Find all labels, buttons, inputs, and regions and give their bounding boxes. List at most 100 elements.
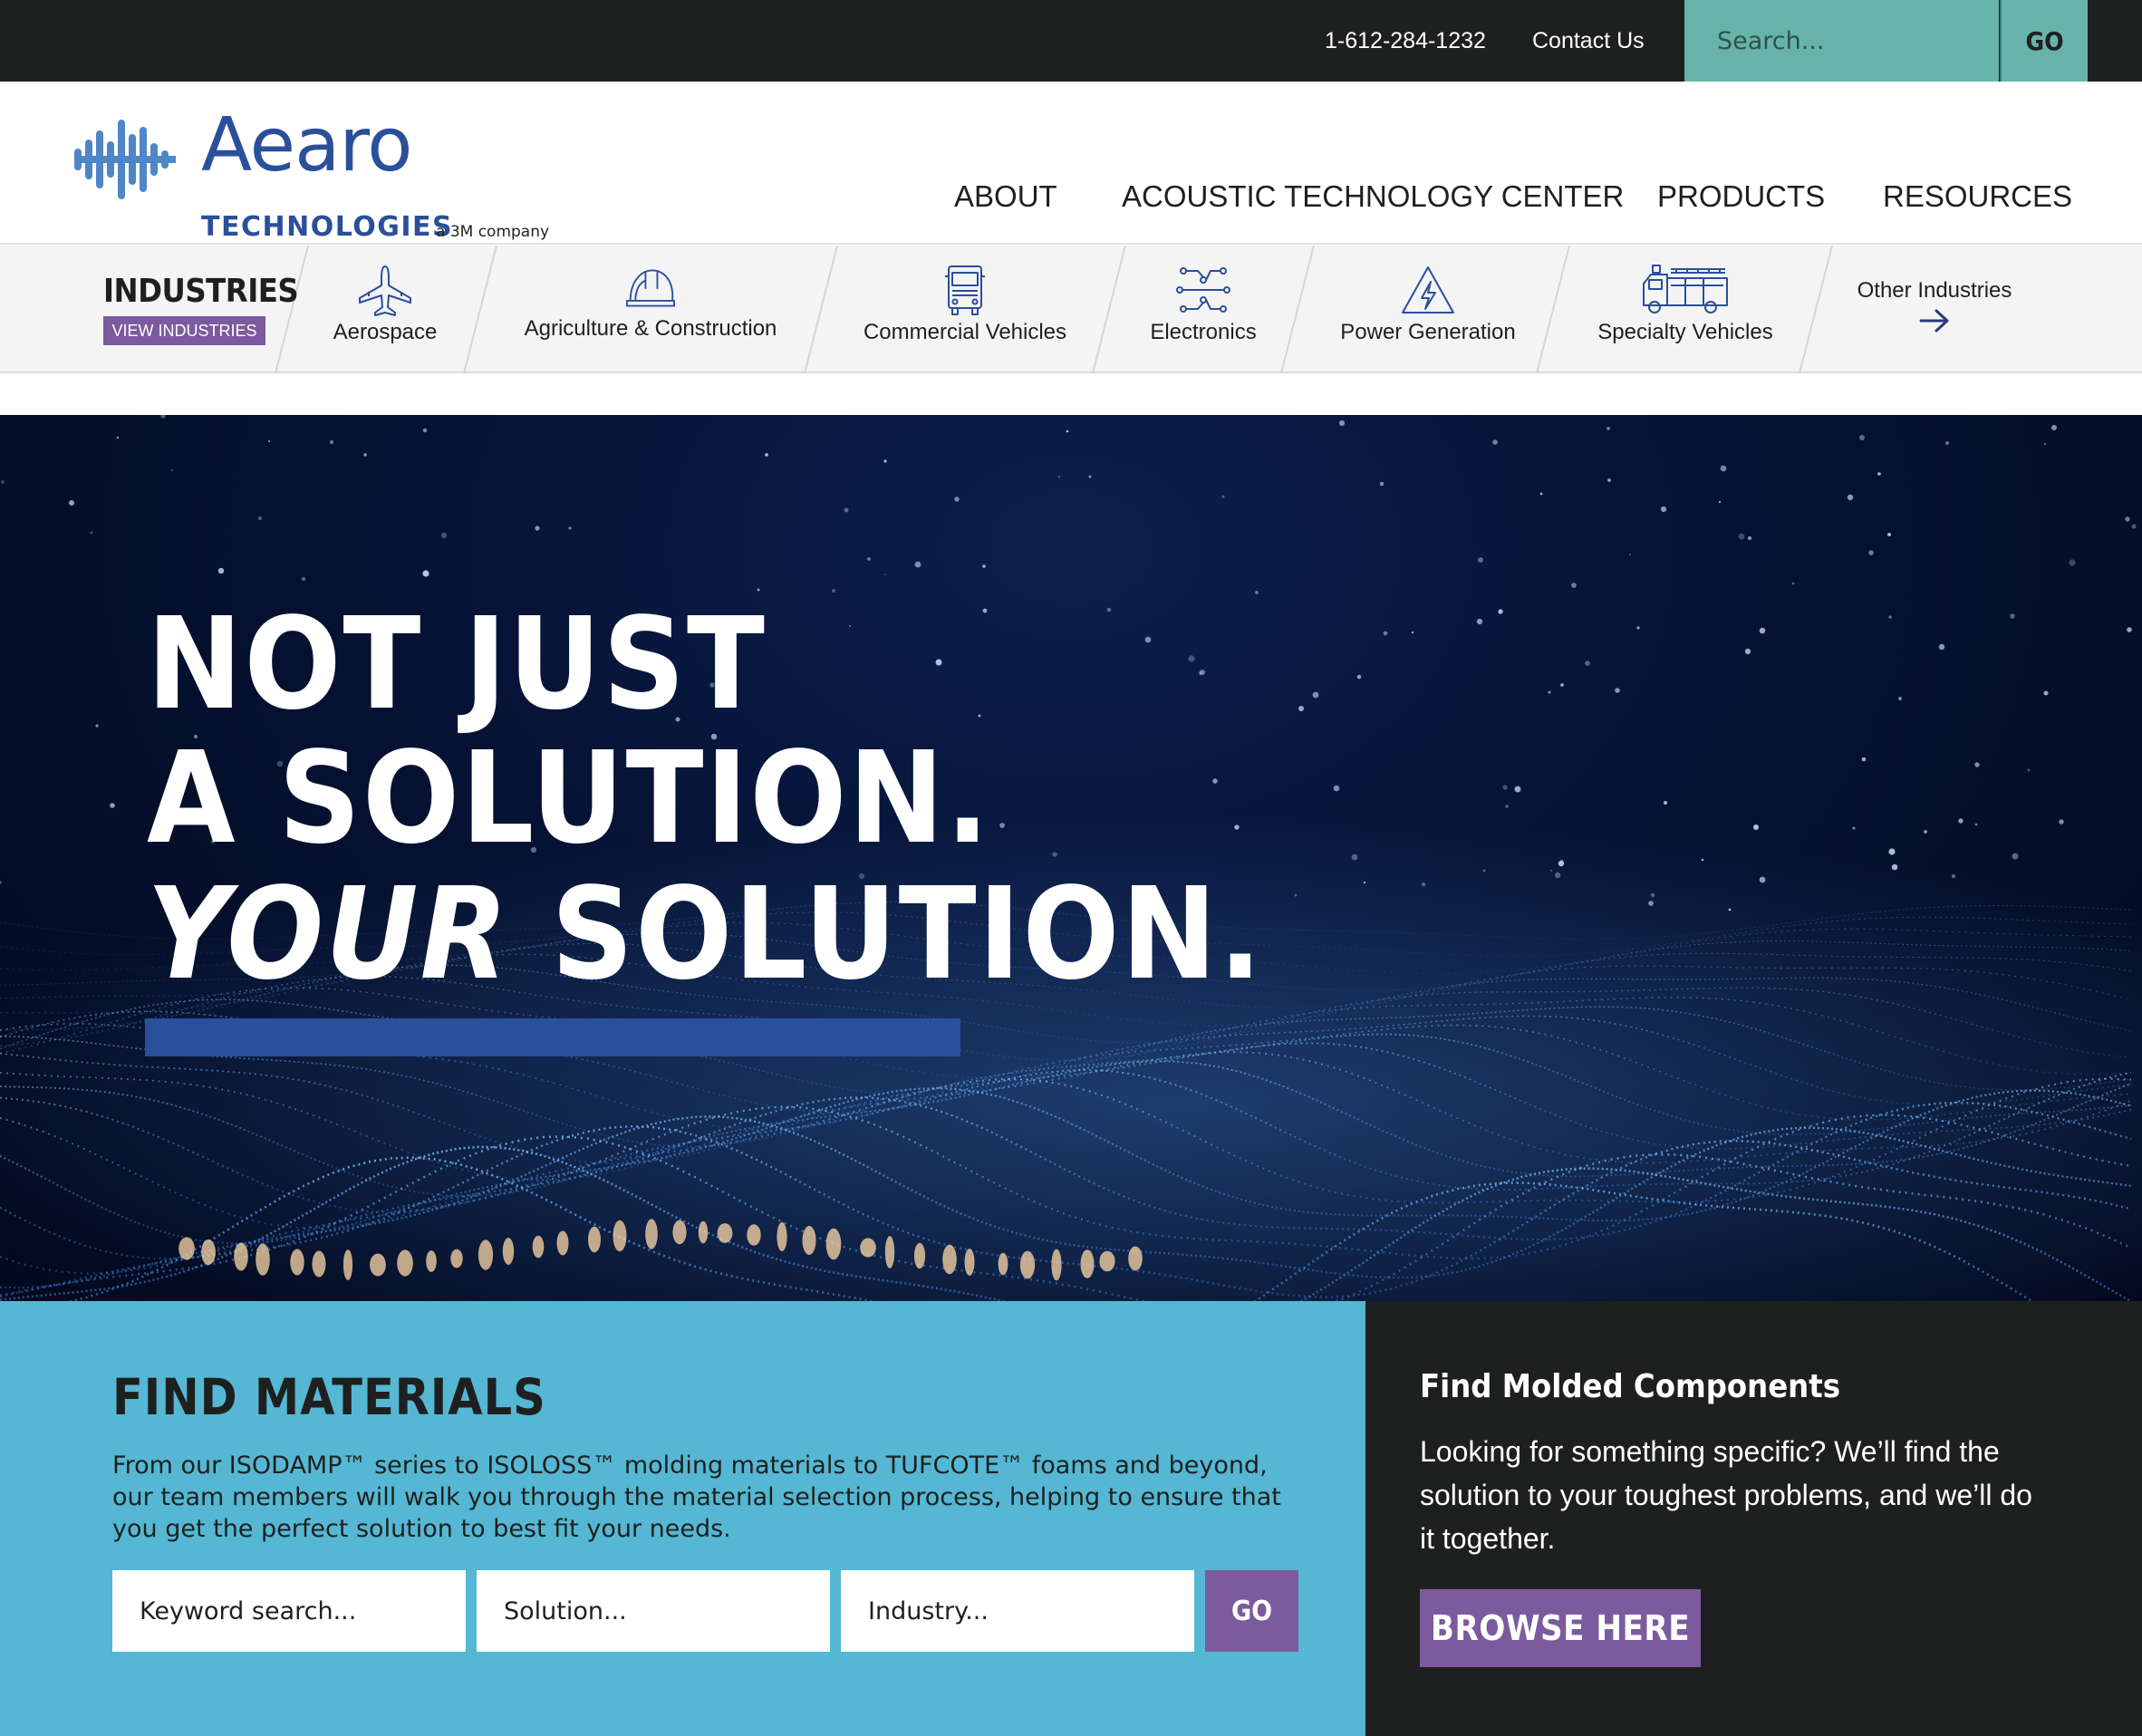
- bokeh-light: [397, 1249, 413, 1277]
- industry-label: Agriculture & Construction: [524, 316, 777, 341]
- star-particle: [1539, 492, 1543, 496]
- contact-us-link[interactable]: Contact Us: [1532, 27, 1645, 54]
- star-particle: [1888, 615, 1892, 619]
- bokeh-light: [1019, 1250, 1036, 1279]
- bokeh-light: [588, 1226, 601, 1253]
- star-particle: [2043, 442, 2047, 446]
- star-particle: [765, 453, 768, 457]
- hero-headline-line3: YOUR SOLUTION.: [147, 872, 1264, 998]
- truck-icon: [945, 265, 985, 315]
- industry-agriculture-construction[interactable]: Agriculture & Construction: [507, 264, 794, 363]
- star-particle: [1663, 800, 1668, 805]
- star-particle: [2127, 627, 2132, 632]
- industry-label: Electronics: [1150, 320, 1257, 344]
- star-particle: [363, 453, 367, 457]
- star-particle: [982, 608, 988, 613]
- star-particle: [1560, 683, 1564, 687]
- star-particle: [1478, 557, 1483, 563]
- keyword-search-input[interactable]: [112, 1570, 466, 1652]
- solution-input[interactable]: [477, 1570, 830, 1652]
- star-particle: [1753, 825, 1759, 830]
- star-particle: [1379, 481, 1385, 487]
- star-particle: [1791, 582, 1795, 585]
- star-particle: [1759, 627, 1766, 634]
- find-molded-components-title: Find Molded Components: [1420, 1368, 1841, 1405]
- star-particle: [1554, 872, 1561, 879]
- star-particle: [1057, 475, 1061, 478]
- star-particle: [1748, 536, 1751, 540]
- nav-about[interactable]: ABOUT: [954, 179, 1057, 214]
- industry-commercial-vehicles[interactable]: Commercial Vehicles: [843, 264, 1087, 363]
- top-utility-bar: 1-612-284-1232 Contact Us GO: [0, 0, 2142, 82]
- star-particle: [1052, 852, 1057, 857]
- hero-accent-bar: [145, 1018, 960, 1056]
- hero-emphasis: YOUR: [147, 861, 510, 1008]
- nav-acoustic-technology-center[interactable]: ACOUSTIC TECHNOLOGY CENTER: [1122, 179, 1624, 214]
- star-particle: [2027, 768, 2031, 772]
- hero-headline-line3-rest: SOLUTION.: [551, 861, 1264, 1008]
- star-particle: [1636, 626, 1640, 630]
- star-particle: [440, 532, 448, 539]
- bokeh-light: [1051, 1249, 1062, 1281]
- bokeh-light: [1099, 1250, 1115, 1272]
- star-particle: [999, 823, 1005, 828]
- other-industries-link[interactable]: Other Industries: [1848, 278, 2021, 334]
- find-molded-components-panel: Find Molded Components Looking for somet…: [1365, 1301, 2142, 1736]
- bokeh-light: [860, 1238, 876, 1258]
- industry-power-generation[interactable]: Power Generation: [1321, 264, 1535, 363]
- star-particle: [1974, 762, 1980, 767]
- phone-link[interactable]: 1-612-284-1232: [1325, 27, 1486, 54]
- site-search-go-button[interactable]: GO: [2000, 0, 2088, 82]
- star-particle: [1505, 805, 1509, 808]
- star-particle: [535, 526, 540, 531]
- industry-input[interactable]: [841, 1570, 1194, 1652]
- star-particle: [954, 497, 960, 502]
- star-particle: [1421, 882, 1426, 887]
- star-particle: [883, 459, 887, 463]
- star-particle: [1859, 435, 1865, 440]
- star-particle: [2069, 559, 2076, 566]
- browse-here-button[interactable]: BROWSE HERE: [1420, 1589, 1701, 1667]
- star-particle: [1221, 495, 1225, 498]
- industry-specialty-vehicles[interactable]: Specialty Vehicles: [1577, 264, 1794, 363]
- star-particle: [1411, 631, 1414, 634]
- find-materials-go-button[interactable]: GO: [1205, 1570, 1298, 1652]
- star-particle: [2131, 524, 2137, 529]
- bokeh-light: [645, 1219, 658, 1249]
- star-particle: [1945, 441, 1949, 445]
- industry-label: Commercial Vehicles: [863, 320, 1067, 344]
- hard-hat-icon: [626, 269, 675, 307]
- star-particle: [1200, 670, 1205, 675]
- star-particle: [1255, 591, 1259, 594]
- star-particle: [1476, 618, 1483, 625]
- bokeh-light: [343, 1249, 353, 1280]
- industry-label: Aerospace: [333, 320, 438, 344]
- bokeh-light: [998, 1252, 1008, 1276]
- site-header: Aearo TECHNOLOGIES a 3M company ABOUT AC…: [0, 82, 2142, 245]
- star-particle: [1188, 655, 1195, 662]
- brand-logo[interactable]: Aearo TECHNOLOGIES a 3M company: [74, 109, 564, 241]
- star-particle: [1898, 697, 1902, 700]
- star-particle: [1502, 785, 1508, 790]
- view-industries-button[interactable]: VIEW INDUSTRIES: [103, 316, 265, 345]
- star-particle: [978, 714, 981, 718]
- bokeh-light: [964, 1249, 975, 1276]
- star-particle: [1548, 690, 1551, 694]
- find-materials-description: From our ISODAMP™ series to ISOLOSS™ mol…: [112, 1451, 1281, 1543]
- page: 1-612-284-1232 Contact Us GO: [0, 0, 2142, 1736]
- industry-electronics[interactable]: Electronics: [1131, 264, 1276, 363]
- star-particle: [1383, 631, 1388, 636]
- star-particle: [1861, 757, 1867, 762]
- star-particle: [160, 415, 166, 419]
- bokeh-light: [825, 1228, 842, 1260]
- industry-label: Power Generation: [1340, 320, 1516, 344]
- nav-resources[interactable]: RESOURCES: [1883, 179, 2072, 214]
- site-search-input[interactable]: [1684, 0, 1999, 82]
- star-particle: [1868, 550, 1874, 555]
- find-materials-title: FIND MATERIALS: [112, 1368, 546, 1426]
- star-particle: [1701, 858, 1704, 862]
- star-particle: [1514, 786, 1521, 793]
- nav-products[interactable]: PRODUCTS: [1657, 179, 1825, 214]
- industry-aerospace[interactable]: Aerospace: [313, 264, 458, 363]
- star-particle: [170, 468, 174, 472]
